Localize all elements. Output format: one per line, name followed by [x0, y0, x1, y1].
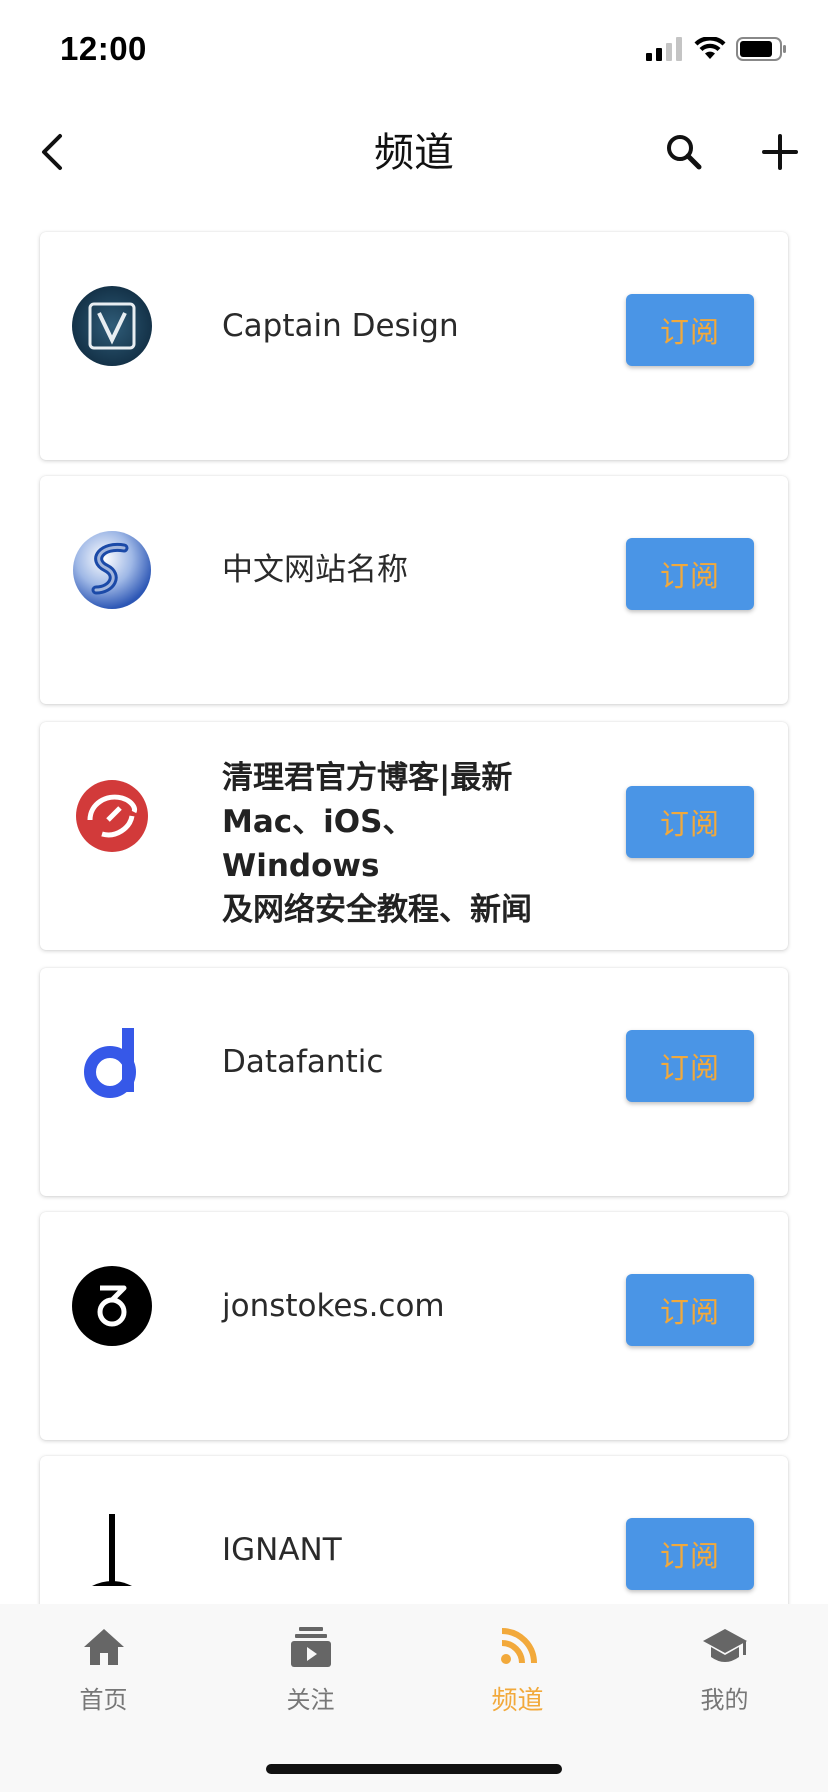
battery-icon — [736, 37, 786, 61]
channel-card[interactable]: 中文网站名称 订阅 — [40, 476, 788, 704]
search-icon — [667, 135, 702, 170]
tab-home[interactable]: 首页 — [0, 1622, 207, 1722]
channel-list[interactable]: Captain Design 订阅 中文网站名称 订阅 清理君官方博客|最新 M… — [0, 208, 828, 1604]
home-icon — [79, 1622, 129, 1672]
tab-label: 首页 — [79, 1686, 128, 1714]
tab-label: 关注 — [286, 1686, 335, 1714]
wifi-icon — [694, 37, 726, 59]
status-bar: 12:00 — [0, 0, 828, 98]
graduation-cap-icon — [700, 1622, 750, 1672]
channel-card[interactable]: Datafantic 订阅 — [40, 968, 788, 1196]
subscribe-button[interactable]: 订阅 — [626, 786, 754, 858]
channel-title: Captain Design — [222, 308, 459, 344]
jonstokes-logo — [72, 1266, 152, 1346]
subscribe-button[interactable]: 订阅 — [626, 538, 754, 610]
search-button[interactable] — [652, 120, 716, 184]
globe-s-logo — [72, 530, 152, 610]
home-indicator[interactable] — [266, 1764, 562, 1774]
tab-mine[interactable]: 我的 — [621, 1622, 828, 1722]
subscribe-button[interactable]: 订阅 — [626, 1030, 754, 1102]
ignant-logo — [72, 1510, 152, 1590]
tab-follow[interactable]: 关注 — [207, 1622, 414, 1722]
captain-design-logo — [72, 286, 152, 366]
channel-title-line: 及网络安全教程、新闻 — [222, 892, 532, 928]
channel-card[interactable]: jonstokes.com 订阅 — [40, 1212, 788, 1440]
chevron-left-icon — [42, 134, 62, 170]
red-circle-logo — [72, 776, 152, 856]
add-button[interactable] — [748, 120, 812, 184]
datafantic-d-logo — [72, 1022, 152, 1102]
channel-card[interactable]: 清理君官方博客|最新 Mac、iOS、Windows 及网络安全教程、新闻 订阅 — [40, 722, 788, 950]
channel-card[interactable]: IGNANT 订阅 — [40, 1456, 788, 1604]
channel-title: IGNANT — [222, 1532, 342, 1568]
channel-title-line: Mac、iOS、Windows — [222, 804, 414, 884]
tab-channels[interactable]: 频道 — [414, 1622, 621, 1722]
nav-bar: 频道 — [0, 98, 828, 208]
channel-card[interactable]: Captain Design 订阅 — [40, 232, 788, 460]
plus-icon — [762, 134, 798, 170]
status-icons — [646, 37, 788, 61]
channel-title: jonstokes.com — [222, 1288, 445, 1324]
back-button[interactable] — [22, 120, 86, 184]
subscribe-button[interactable]: 订阅 — [626, 294, 754, 366]
channel-title: Datafantic — [222, 1044, 384, 1080]
channel-title: 中文网站名称 — [222, 552, 408, 588]
subscribe-button[interactable]: 订阅 — [626, 1518, 754, 1590]
channel-title: 清理君官方博客|最新 Mac、iOS、Windows 及网络安全教程、新闻 — [222, 756, 562, 932]
subscribe-button[interactable]: 订阅 — [626, 1274, 754, 1346]
tab-label: 频道 — [491, 1686, 544, 1716]
rss-icon — [493, 1622, 543, 1672]
status-time: 12:00 — [60, 30, 147, 67]
subscriptions-icon — [286, 1622, 336, 1672]
channel-title-line: 清理君官方博客|最新 — [222, 760, 513, 796]
tab-label: 我的 — [700, 1686, 749, 1714]
cellular-signal-icon — [646, 37, 682, 61]
